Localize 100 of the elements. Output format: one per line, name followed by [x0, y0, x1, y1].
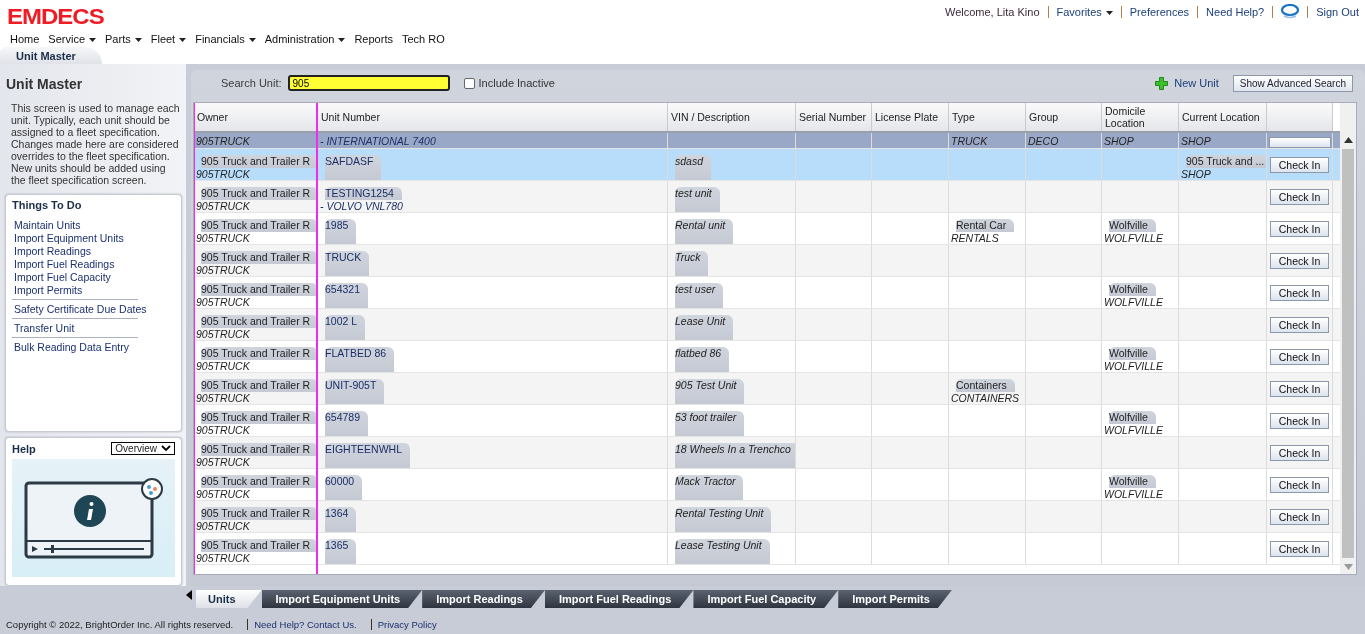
table-cell: 60000: [325, 475, 363, 500]
table-row[interactable]: 905 Truck and Trailer R 905TRUCK 1002 L Lease Unit Check In: [194, 309, 1340, 341]
help-topic-select[interactable]: Overview: [111, 442, 175, 455]
task-link[interactable]: Import Permits: [14, 284, 83, 296]
column-header[interactable]: VIN / Description: [668, 103, 796, 131]
table-row[interactable]: 905 Truck and Trailer R 905TRUCK 1364 Rental Testing Unit Check In: [194, 501, 1340, 533]
page-tab[interactable]: Unit Master: [0, 47, 102, 64]
menu-item[interactable]: Financials: [195, 32, 256, 45]
check-in-button[interactable]: Check In: [1269, 316, 1330, 333]
column-header[interactable]: Type: [949, 103, 1026, 131]
table-cell: 1985: [325, 219, 357, 244]
scroll-left-icon[interactable]: [186, 590, 192, 600]
table-cell: FLATBED 86: [325, 347, 395, 372]
check-in-button[interactable]: Check In: [1269, 348, 1330, 365]
advanced-search-button[interactable]: Show Advanced Search: [1232, 74, 1353, 92]
task-link[interactable]: Import Equipment Units: [14, 232, 124, 244]
task-link[interactable]: Import Fuel Readings: [14, 258, 115, 270]
caret-icon[interactable]: [179, 37, 187, 42]
task-link[interactable]: Import Readings: [14, 245, 92, 257]
caret-icon[interactable]: [338, 37, 346, 42]
chevron-down-icon[interactable]: [161, 445, 171, 452]
column-header[interactable]: Group: [1026, 103, 1102, 131]
help-video[interactable]: [12, 459, 175, 577]
footer-link[interactable]: Need Help? Contact Us.: [254, 618, 357, 630]
column-header[interactable]: Domicile Location: [1102, 103, 1179, 131]
caret-icon[interactable]: [134, 37, 142, 42]
table-cell: 905TRUCK: [196, 359, 250, 372]
menu-item[interactable]: Reports: [354, 32, 393, 45]
check-in-button[interactable]: Check In: [1269, 412, 1330, 429]
table-cell: WOLFVILLE: [1104, 423, 1163, 436]
menu-item[interactable]: Fleet: [150, 32, 187, 45]
table-row[interactable]: 905 Truck and Trailer R 905TRUCK TRUCK Truck Check In: [194, 245, 1340, 277]
column-header[interactable]: Current Location: [1179, 103, 1267, 131]
caret-icon[interactable]: [1105, 10, 1113, 15]
task-link[interactable]: Transfer Unit: [14, 322, 75, 334]
caret-icon[interactable]: [248, 37, 256, 42]
logo[interactable]: EMDECS: [0, 1, 104, 30]
bottom-tab[interactable]: Import Permits: [838, 590, 952, 608]
task-link[interactable]: Bulk Reading Data Entry: [14, 341, 129, 353]
column-header[interactable]: Owner: [194, 103, 318, 131]
header-link[interactable]: Preferences: [1129, 5, 1190, 18]
search-field[interactable]: 905: [287, 75, 450, 91]
footer-link[interactable]: Privacy Policy: [377, 618, 437, 630]
table-cell: RENTALS: [951, 231, 999, 244]
bottom-tab[interactable]: Import Fuel Capacity: [693, 590, 839, 608]
plus-icon[interactable]: [1155, 76, 1169, 90]
table-row[interactable]: 905 Truck and Trailer R 905TRUCK SAFDASF sdasd 905 Truck and ... SHOP Check In: [194, 149, 1340, 181]
table-cell: 905TRUCK: [196, 327, 250, 340]
check-in-button[interactable]: Check In: [1269, 188, 1330, 205]
check-in-button[interactable]: Check In: [1269, 444, 1330, 461]
menu-item[interactable]: Administration: [264, 32, 346, 45]
table-row[interactable]: 905 Truck and Trailer R 905TRUCK EIGHTEENWHL 18 Wheels In a Trenchco Check In: [194, 437, 1340, 469]
column-header[interactable]: Unit Number: [318, 103, 668, 131]
column-header[interactable]: Serial Number: [796, 103, 872, 131]
bottom-tab[interactable]: Import Fuel Readings: [544, 590, 694, 608]
vertical-scrollbar[interactable]: [1340, 103, 1356, 574]
column-header[interactable]: License Plate: [872, 103, 949, 131]
table-cell: EIGHTEENWHL: [325, 443, 410, 468]
task-link[interactable]: Import Fuel Capacity: [14, 271, 111, 283]
check-in-button[interactable]: Check In: [1269, 540, 1330, 557]
task-link[interactable]: Safety Certificate Due Dates: [14, 303, 147, 315]
bottom-tab[interactable]: Import Equipment Units: [261, 590, 423, 608]
bottom-tab[interactable]: Import Readings: [422, 590, 545, 608]
new-unit-link[interactable]: New Unit: [1174, 77, 1219, 89]
table-row[interactable]: 905 Truck and Trailer R 905TRUCK UNIT-905T 905 Test Unit Containers CONTAINERS Check In: [194, 373, 1340, 405]
check-in-button[interactable]: Check In: [1269, 380, 1330, 397]
check-in-button[interactable]: Check In: [1269, 508, 1330, 525]
table-cell: SHOP: [1181, 135, 1211, 148]
table-cell: 654321: [325, 283, 369, 308]
header-link[interactable]: Need Help?: [1206, 5, 1265, 18]
menu-item[interactable]: Service: [48, 32, 97, 45]
check-in-button[interactable]: Check In: [1269, 220, 1330, 237]
table-cell: SHOP: [1104, 135, 1134, 148]
table-row[interactable]: 905 Truck and Trailer R 905TRUCK 1365 Lease Testing Unit Check In: [194, 533, 1340, 565]
table-cell: - INTERNATIONAL 7400: [320, 135, 436, 148]
description-text: This screen is used to manage each unit. Typically, each unit should be assigned to a fleet specification. Changes made here are considered overrides to the fleet specification. New units should be added using the fleet specification screen.: [11, 102, 181, 186]
check-in-button[interactable]: Check In: [1269, 252, 1330, 269]
menu-item[interactable]: Home: [10, 32, 40, 45]
menu-item[interactable]: Parts: [105, 32, 142, 45]
table-cell: CONTAINERS: [951, 391, 1020, 404]
table-row[interactable]: 905TRUCK - INTERNATIONAL 7400 TRUCK DECO SHOP SHOP: [194, 133, 1340, 149]
scroll-up-icon[interactable]: [1343, 137, 1353, 143]
check-in-button[interactable]: Check In: [1269, 156, 1330, 173]
header-link[interactable]: Sign Out: [1316, 5, 1359, 18]
bottom-tab[interactable]: Units: [196, 590, 262, 608]
table-cell: 905 Truck and Trailer R: [201, 474, 317, 488]
check-in-button[interactable]: Check In: [1269, 284, 1330, 301]
table-cell: 53 foot trailer: [675, 411, 745, 436]
caret-icon[interactable]: [89, 37, 97, 42]
table-row[interactable]: 905 Truck and Trailer R 905TRUCK TESTING1254 - VOLVO VNL780 test unit Check In: [194, 181, 1340, 213]
table-cell: WOLFVILLE: [1104, 231, 1163, 244]
speech-bubble-icon[interactable]: [1281, 4, 1300, 19]
check-in-button[interactable]: Check In: [1269, 476, 1330, 493]
menu-item[interactable]: Tech RO: [401, 32, 445, 45]
table-cell: 905 Truck and Trailer R: [201, 506, 317, 520]
check-in-button[interactable]: [1269, 137, 1331, 148]
table-cell: 1002 L: [325, 315, 366, 340]
header-link[interactable]: Favorites: [1056, 5, 1113, 18]
task-link[interactable]: Maintain Units: [14, 219, 81, 231]
table-cell: 905TRUCK: [196, 423, 250, 436]
